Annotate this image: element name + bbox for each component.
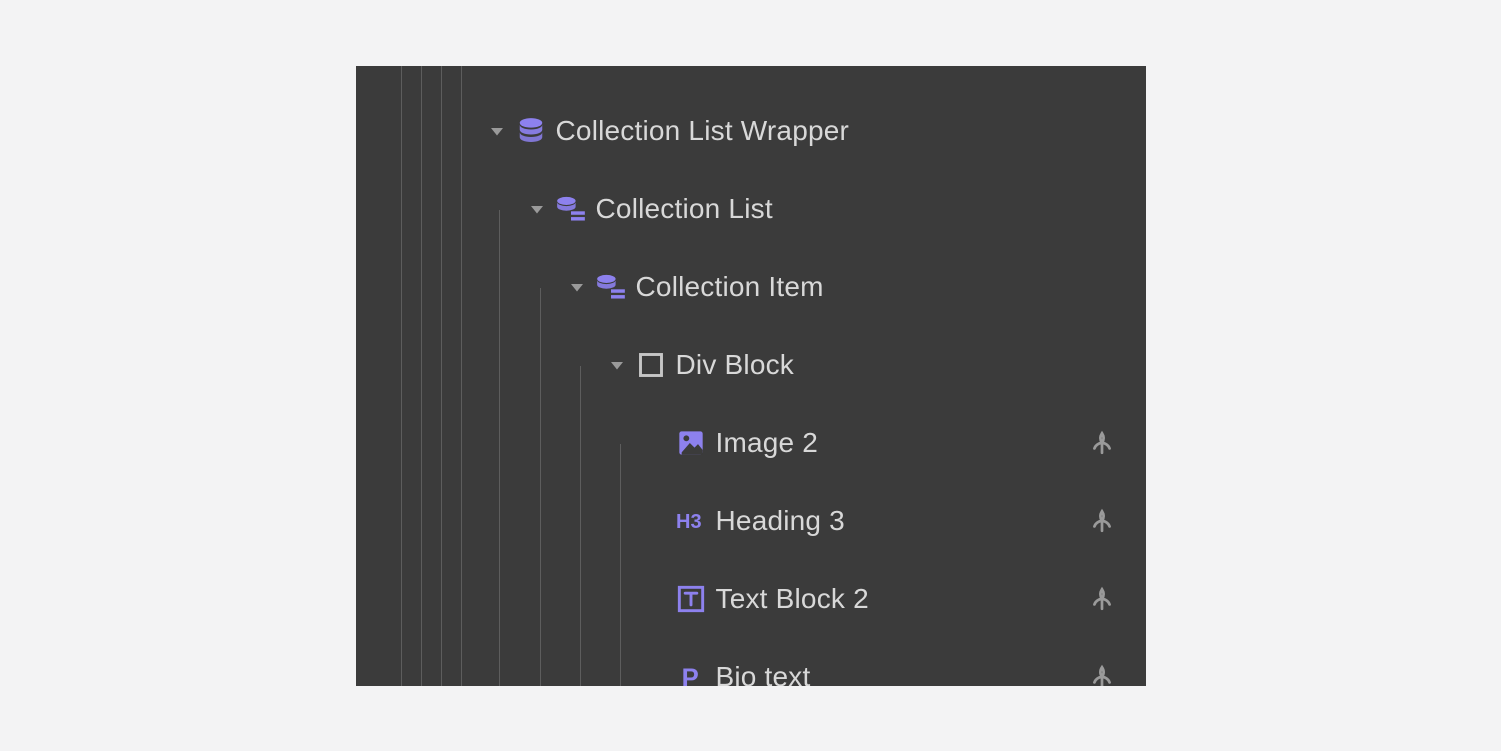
- tree-item-label: Collection List: [596, 193, 773, 225]
- caret-down-icon[interactable]: [528, 200, 546, 218]
- caret-down-icon[interactable]: [608, 356, 626, 374]
- tree-item-label: Collection Item: [636, 271, 824, 303]
- image-icon: [676, 428, 706, 458]
- binding-icon[interactable]: [1088, 507, 1116, 535]
- svg-text:P: P: [681, 664, 698, 686]
- database-icon: [516, 116, 546, 146]
- div-icon: [636, 350, 666, 380]
- caret-down-icon[interactable]: [488, 122, 506, 140]
- database-list-icon: [596, 272, 626, 302]
- tree-item-label: Image 2: [716, 427, 819, 459]
- tree-item-label: Collection List Wrapper: [556, 115, 850, 147]
- text-icon: [676, 584, 706, 614]
- navigator-panel: Collection List Wrapper Collection List: [356, 66, 1146, 686]
- tree: Collection List Wrapper Collection List: [356, 66, 1146, 686]
- tree-item-div-block[interactable]: Div Block: [356, 326, 1146, 404]
- tree-item-label: Text Block 2: [716, 583, 869, 615]
- tree-item-collection-item[interactable]: Collection Item: [356, 248, 1146, 326]
- tree-item-collection-list-wrapper[interactable]: Collection List Wrapper: [356, 92, 1146, 170]
- h3-icon: H3: [676, 506, 706, 536]
- tree-item-collection-list[interactable]: Collection List: [356, 170, 1146, 248]
- tree-item-label: Div Block: [676, 349, 795, 381]
- tree-item-image[interactable]: Image 2: [356, 404, 1146, 482]
- tree-item-label: Bio text: [716, 661, 811, 686]
- tree-item-heading[interactable]: H3 Heading 3: [356, 482, 1146, 560]
- binding-icon[interactable]: [1088, 663, 1116, 686]
- tree-item-paragraph[interactable]: P Bio text: [356, 638, 1146, 686]
- database-list-icon: [556, 194, 586, 224]
- svg-text:H3: H3: [676, 511, 702, 533]
- binding-icon[interactable]: [1088, 585, 1116, 613]
- tree-item-label: Heading 3: [716, 505, 845, 537]
- tree-item-text-block[interactable]: Text Block 2: [356, 560, 1146, 638]
- caret-down-icon[interactable]: [568, 278, 586, 296]
- paragraph-icon: P: [676, 662, 706, 686]
- binding-icon[interactable]: [1088, 429, 1116, 457]
